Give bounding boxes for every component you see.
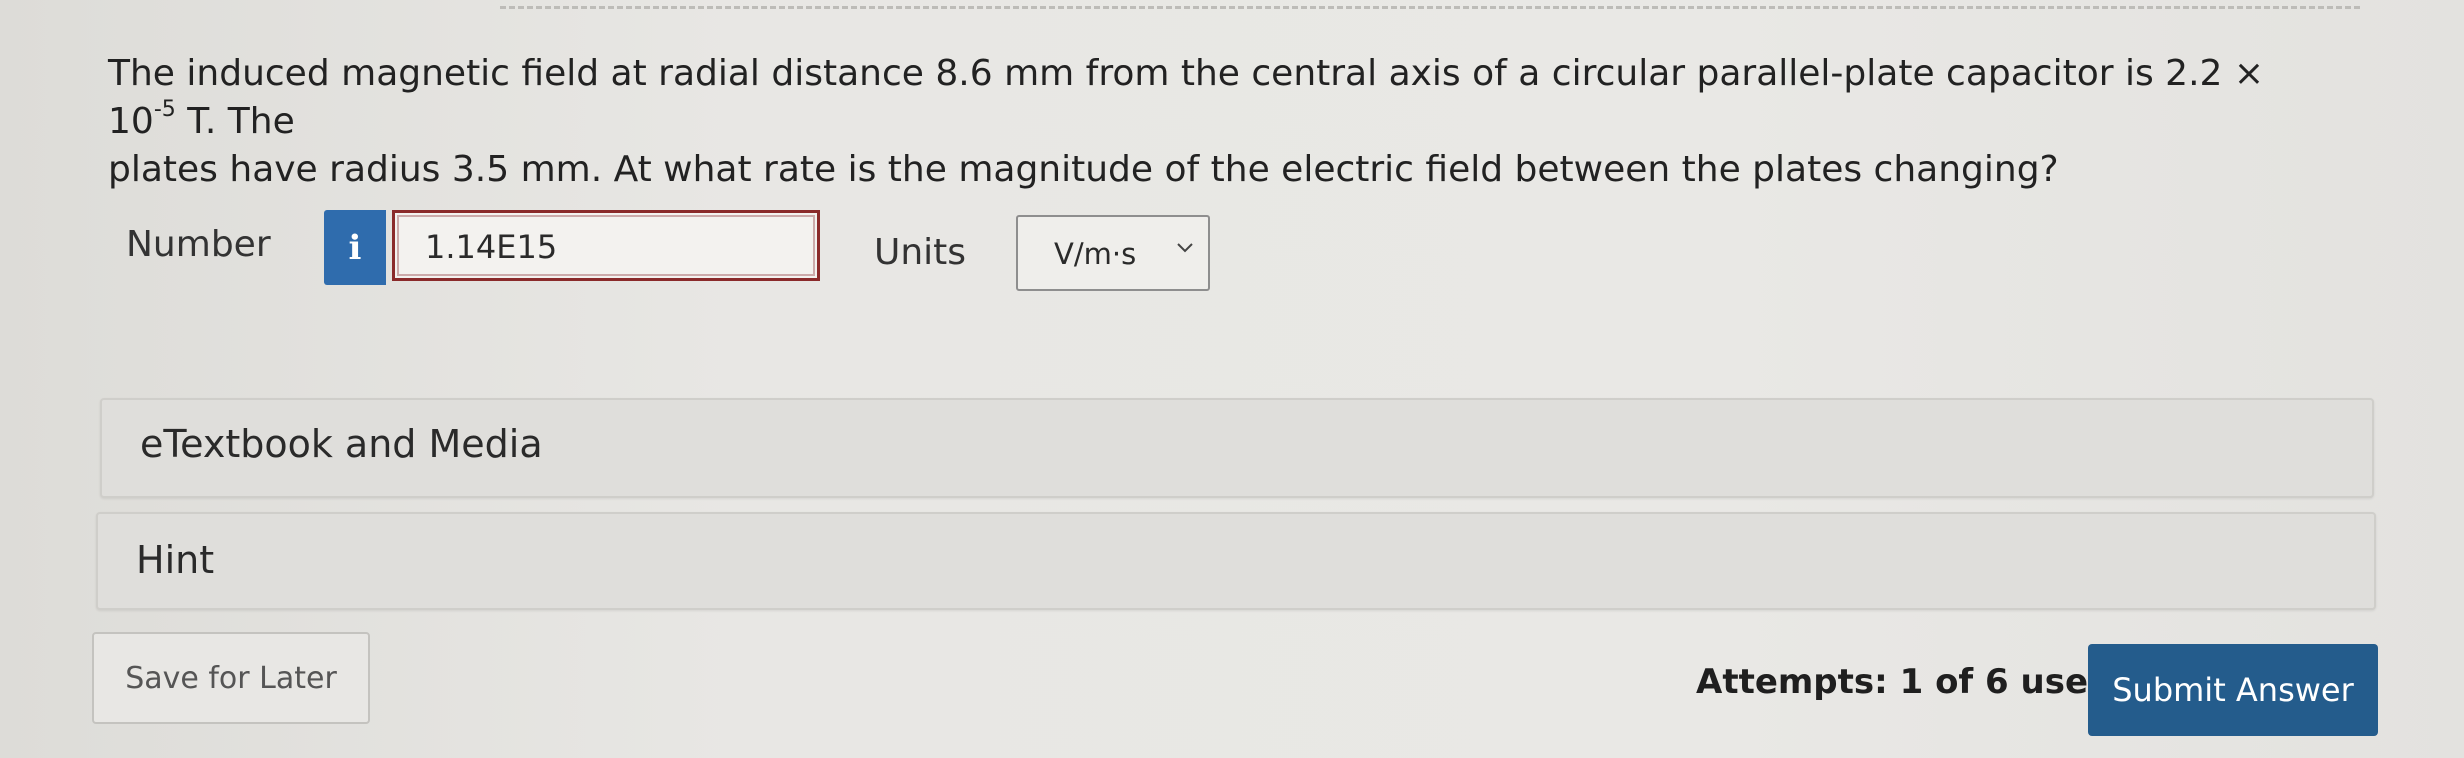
units-label: Units [874, 232, 967, 273]
question-line1-a: The induced magnetic field at radial dis… [108, 53, 2265, 142]
units-select[interactable]: V/m·s [1016, 215, 1210, 291]
etextbook-media-panel[interactable]: eTextbook and Media [100, 398, 2374, 498]
section-divider [500, 6, 2360, 9]
question-line1-b: T. The [175, 101, 295, 142]
info-icon[interactable]: i [324, 210, 386, 285]
answer-row: Number i 1.14E15 Units V/m·s [0, 210, 2464, 300]
number-label: Number [126, 224, 271, 265]
chevron-down-icon [1177, 243, 1193, 253]
hint-panel[interactable]: Hint [96, 512, 2376, 610]
submit-answer-button[interactable]: Submit Answer [2088, 644, 2378, 736]
units-selected-value: V/m·s [1054, 237, 1137, 271]
attempts-counter: Attempts: 1 of 6 used [1696, 662, 2113, 702]
number-input[interactable]: 1.14E15 [392, 210, 820, 281]
number-input-value: 1.14E15 [425, 228, 558, 266]
question-line2: plates have radius 3.5 mm. At what rate … [108, 149, 2059, 190]
assignment-page: The induced magnetic field at radial dis… [0, 0, 2464, 758]
question-exponent: -5 [153, 97, 176, 122]
hint-label: Hint [136, 538, 215, 582]
question-text: The induced magnetic field at radial dis… [108, 50, 2308, 194]
etextbook-media-label: eTextbook and Media [140, 422, 543, 466]
save-for-later-button[interactable]: Save for Later [92, 632, 370, 724]
